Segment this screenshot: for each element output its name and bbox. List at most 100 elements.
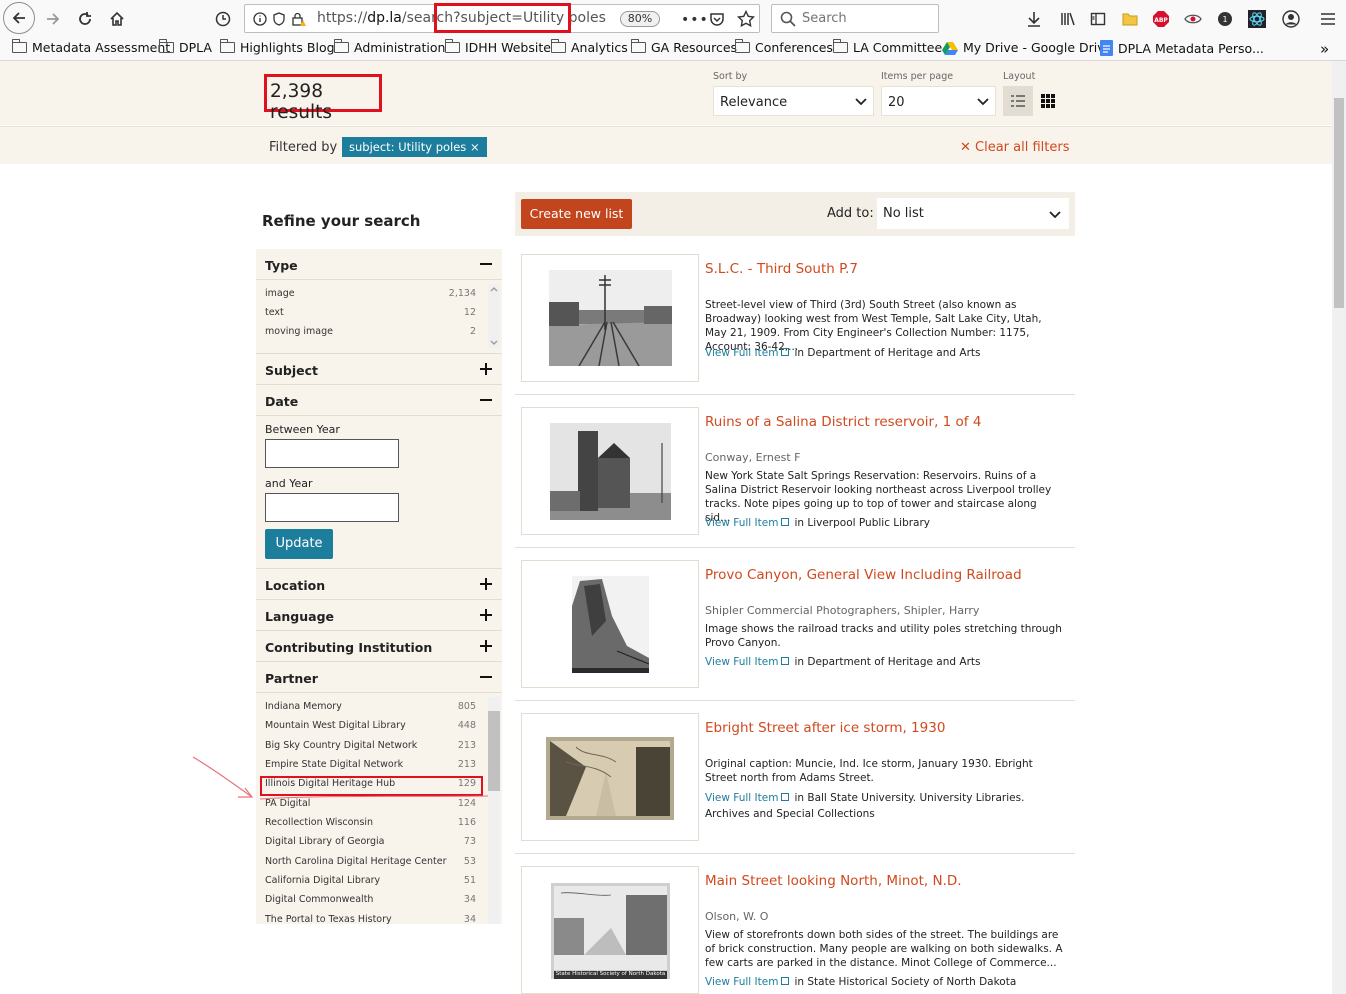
downloads-icon[interactable]	[1024, 9, 1044, 29]
facet-language-header[interactable]: Language	[256, 600, 502, 631]
bookmark-star-icon[interactable]	[737, 10, 755, 28]
facet-item-moving-image[interactable]: moving image	[265, 326, 333, 337]
external-link-icon[interactable]	[781, 348, 790, 356]
expand-plus-icon[interactable]	[480, 363, 492, 375]
facet-item-partner[interactable]: Digital Library of Georgia	[265, 836, 385, 847]
result-title-link[interactable]: Main Street looking North, Minot, N.D.	[705, 873, 962, 889]
bookmark-dpla-metadata[interactable]: DPLA Metadata Perso...	[1100, 40, 1264, 56]
bookmark-metadata-assessment[interactable]: Metadata Assessment	[12, 39, 170, 55]
expand-plus-icon[interactable]	[480, 609, 492, 621]
list-layout-button[interactable]	[1003, 86, 1033, 116]
bookmark-administration[interactable]: Administration	[334, 39, 445, 55]
scroll-down-icon[interactable]	[490, 340, 498, 346]
result-thumbnail[interactable]: State Historical Society of North Dakota	[521, 866, 699, 994]
list-view-icon	[1011, 95, 1025, 107]
zoom-indicator[interactable]: 80%	[620, 11, 660, 27]
expand-plus-icon[interactable]	[480, 640, 492, 652]
subject-filter-tag[interactable]: subject: Utility poles ×	[342, 137, 487, 157]
facet-item-partner[interactable]: Indiana Memory	[265, 701, 342, 712]
end-year-input[interactable]	[265, 493, 399, 522]
external-link-icon[interactable]	[781, 793, 790, 801]
home-button[interactable]	[102, 4, 132, 34]
eye-extension-icon[interactable]	[1183, 9, 1203, 29]
view-full-item-link[interactable]: View Full Item	[705, 347, 778, 359]
result-title-link[interactable]: Ruins of a Salina District reservoir, 1 …	[705, 414, 981, 430]
expand-plus-icon[interactable]	[480, 578, 492, 590]
result-title-link[interactable]: Ebright Street after ice storm, 1930	[705, 720, 945, 736]
bookmarks-overflow-icon[interactable]: »	[1320, 40, 1329, 58]
bookmark-idhh-website[interactable]: IDHH Website	[445, 39, 551, 55]
facet-institution-header[interactable]: Contributing Institution	[256, 631, 502, 662]
facet-type-label: Type	[265, 258, 298, 273]
shield-icon[interactable]	[273, 12, 285, 26]
result-thumbnail[interactable]	[521, 713, 699, 841]
bookmark-conferences[interactable]: Conferences	[735, 39, 833, 55]
facet-item-partner[interactable]: North Carolina Digital Heritage Center	[265, 856, 446, 867]
pocket-icon[interactable]	[709, 11, 725, 27]
search-bar[interactable]: Search	[771, 4, 939, 33]
add-to-list-select[interactable]: No list	[877, 198, 1069, 229]
page-actions-icon[interactable]: •••	[681, 12, 709, 28]
back-button[interactable]	[3, 2, 35, 34]
result-thumbnail[interactable]	[521, 560, 699, 688]
bookmark-dpla[interactable]: DPLA	[159, 39, 212, 55]
folder-extension-icon[interactable]	[1120, 9, 1140, 29]
facet-item-text[interactable]: text	[265, 307, 284, 318]
facet-item-partner[interactable]: Recollection Wisconsin	[265, 817, 373, 828]
lock-warning-icon[interactable]	[291, 11, 307, 27]
update-date-button[interactable]: Update	[265, 529, 333, 559]
react-devtools-icon[interactable]	[1247, 9, 1267, 29]
grid-layout-button[interactable]	[1033, 86, 1063, 116]
facet-date-header[interactable]: Date	[256, 385, 502, 416]
library-icon[interactable]	[1058, 9, 1078, 29]
type-scrollbar[interactable]	[488, 284, 500, 348]
page-scroll-thumb[interactable]	[1334, 98, 1344, 308]
external-link-icon[interactable]	[781, 518, 790, 526]
facet-item-partner[interactable]: California Digital Library	[265, 875, 380, 886]
google-drive-icon	[942, 41, 958, 55]
facet-item-partner[interactable]: Digital Commonwealth	[265, 894, 373, 905]
account-icon[interactable]	[1281, 9, 1301, 29]
scroll-up-icon[interactable]	[490, 286, 498, 292]
extension-circle-icon[interactable]: 1	[1215, 9, 1235, 29]
result-thumbnail[interactable]	[521, 254, 699, 382]
reload-button[interactable]	[70, 4, 100, 34]
result-title-link[interactable]: Provo Canyon, General View Including Rai…	[705, 567, 1022, 583]
facet-partner-header[interactable]: Partner	[256, 662, 502, 693]
clear-all-filters-link[interactable]: ✕ Clear all filters	[960, 140, 1070, 155]
facet-item-partner[interactable]: Big Sky Country Digital Network	[265, 740, 417, 751]
facet-item-partner[interactable]: The Portal to Texas History	[265, 914, 392, 924]
bookmark-ga-resources[interactable]: GA Resources	[631, 39, 737, 55]
result-title-link[interactable]: S.L.C. - Third South P.7	[705, 261, 858, 277]
sidebar-icon[interactable]	[1088, 9, 1108, 29]
history-button[interactable]	[208, 4, 238, 34]
facet-type-header[interactable]: Type	[256, 249, 502, 280]
collapse-minus-icon[interactable]	[480, 671, 492, 683]
sort-select[interactable]: Relevance	[713, 86, 874, 116]
info-icon[interactable]	[253, 12, 267, 26]
create-list-button[interactable]: Create new list	[521, 199, 632, 229]
view-full-item-link[interactable]: View Full Item	[705, 792, 778, 804]
adblock-icon[interactable]: ABP	[1151, 9, 1171, 29]
collapse-minus-icon[interactable]	[480, 394, 492, 406]
view-full-item-link[interactable]: View Full Item	[705, 656, 778, 668]
end-year-label: and Year	[265, 477, 313, 490]
view-full-item-link[interactable]: View Full Item	[705, 976, 778, 988]
facet-item-partner[interactable]: Mountain West Digital Library	[265, 720, 406, 731]
bookmark-analytics[interactable]: Analytics	[551, 39, 628, 55]
facet-item-image[interactable]: image	[265, 288, 295, 299]
bookmark-highlights-blog[interactable]: Highlights Blog	[220, 39, 335, 55]
collapse-minus-icon[interactable]	[480, 258, 492, 270]
result-thumbnail[interactable]	[521, 407, 699, 535]
facet-subject-header[interactable]: Subject	[256, 354, 502, 385]
per-page-select[interactable]: 20	[881, 86, 996, 116]
view-full-item-link[interactable]: View Full Item	[705, 517, 778, 529]
external-link-icon[interactable]	[781, 977, 790, 985]
external-link-icon[interactable]	[781, 657, 790, 665]
facet-location-header[interactable]: Location	[256, 569, 502, 600]
start-year-input[interactable]	[265, 439, 399, 468]
forward-button[interactable]	[38, 4, 68, 34]
bookmark-la-committee[interactable]: LA Committee	[833, 39, 942, 55]
menu-icon[interactable]	[1318, 9, 1338, 29]
bookmark-google-drive[interactable]: My Drive - Google Drive	[942, 40, 1112, 55]
